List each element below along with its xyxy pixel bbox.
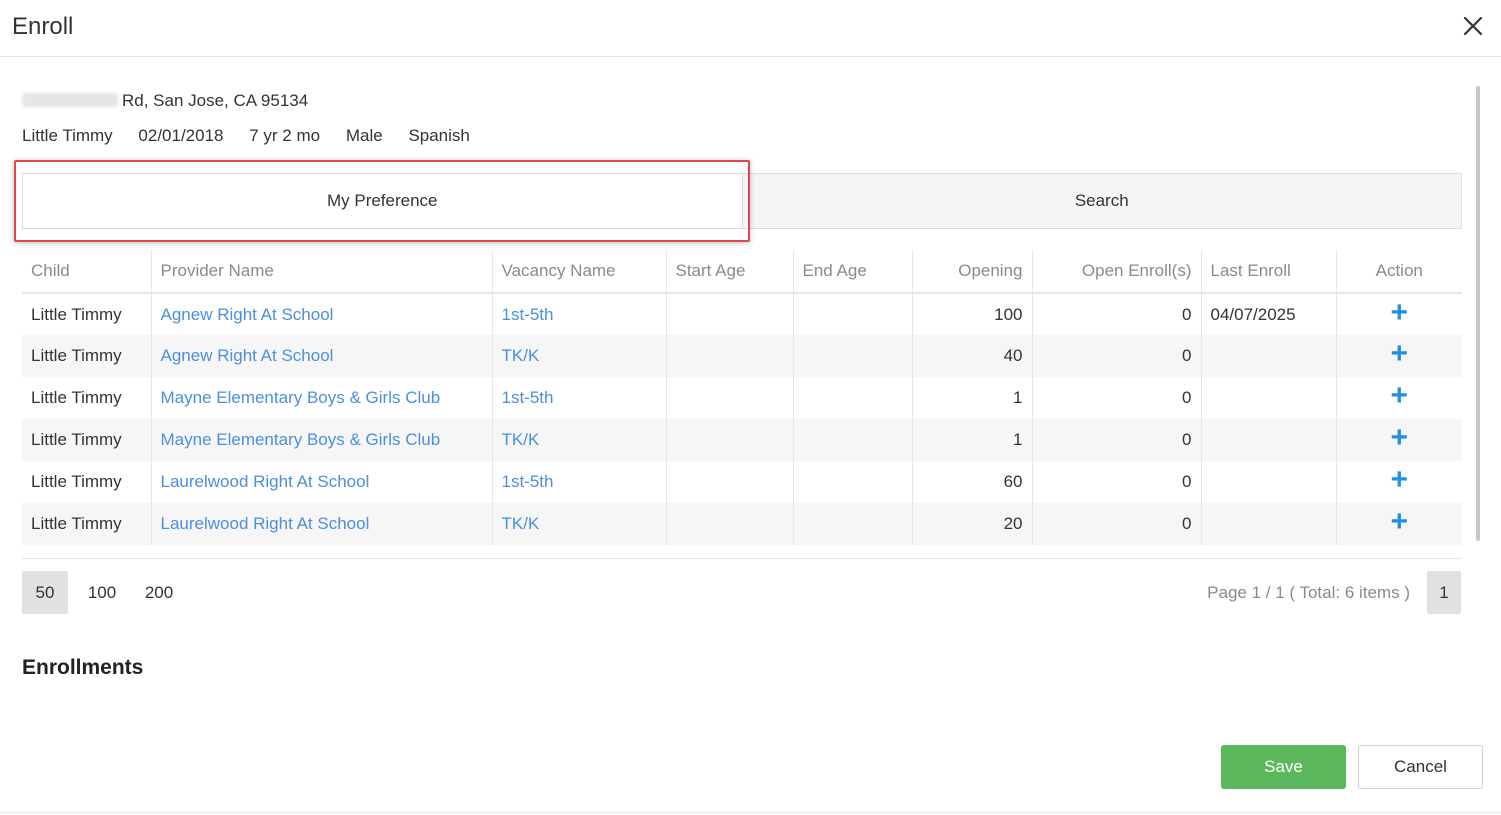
table-row: Little Timmy Laurelwood Right At School … (22, 503, 1462, 545)
cell-last-enroll (1201, 461, 1337, 503)
page-button-1[interactable]: 1 (1427, 571, 1461, 614)
provider-link[interactable]: Agnew Right At School (151, 293, 493, 335)
cell-child: Little Timmy (22, 461, 152, 503)
vacancy-link[interactable]: 1st-5th (492, 377, 667, 419)
cell-last-enroll (1201, 377, 1337, 419)
header-last-enroll[interactable]: Last Enroll (1201, 250, 1337, 294)
cell-start-age (666, 377, 794, 419)
cell-end-age (793, 335, 913, 377)
cell-end-age (793, 503, 913, 545)
cell-end-age (793, 461, 913, 503)
dialog-title: Enroll (12, 13, 74, 40)
cell-child: Little Timmy (22, 503, 152, 545)
enrollments-heading: Enrollments (22, 656, 144, 679)
add-plus-icon[interactable]: + (1390, 421, 1408, 454)
scrollbar[interactable] (1476, 86, 1480, 541)
cell-last-enroll (1201, 419, 1337, 461)
cell-child: Little Timmy (22, 293, 152, 335)
cancel-button[interactable]: Cancel (1358, 745, 1483, 789)
add-plus-icon[interactable]: + (1390, 463, 1408, 496)
page-size-200[interactable]: 200 (136, 571, 182, 614)
provider-link[interactable]: Laurelwood Right At School (151, 503, 493, 545)
child-address: Rd, San Jose, CA 95134 (22, 91, 308, 111)
tab-my-preference[interactable]: My Preference (23, 174, 743, 228)
cell-start-age (666, 293, 794, 335)
cell-opening: 20 (912, 503, 1033, 545)
tab-bar: My Preference Search (22, 173, 1462, 229)
cell-start-age (666, 503, 794, 545)
table-row: Little Timmy Agnew Right At School 1st-5… (22, 293, 1462, 335)
provider-link[interactable]: Mayne Elementary Boys & Girls Club (151, 377, 493, 419)
cell-open-enrolls: 0 (1032, 293, 1202, 335)
vacancy-link[interactable]: TK/K (492, 503, 667, 545)
cell-start-age (666, 335, 794, 377)
cell-child: Little Timmy (22, 419, 152, 461)
add-plus-icon[interactable]: + (1390, 296, 1408, 329)
header-start-age[interactable]: Start Age (666, 250, 794, 294)
cell-opening: 40 (912, 335, 1033, 377)
child-age: 7 yr 2 mo (249, 126, 321, 145)
vacancy-link[interactable]: 1st-5th (492, 461, 667, 503)
child-name: Little Timmy (22, 126, 113, 145)
provider-link[interactable]: Laurelwood Right At School (151, 461, 493, 503)
cell-open-enrolls: 0 (1032, 503, 1202, 545)
page-size-50[interactable]: 50 (22, 571, 68, 614)
provider-link[interactable]: Mayne Elementary Boys & Girls Club (151, 419, 493, 461)
add-plus-icon[interactable]: + (1390, 337, 1408, 370)
add-plus-icon[interactable]: + (1390, 505, 1408, 538)
child-info-row: Little Timmy 02/01/2018 7 yr 2 mo Male S… (22, 126, 491, 146)
cell-end-age (793, 419, 913, 461)
provider-link[interactable]: Agnew Right At School (151, 335, 493, 377)
cell-opening: 100 (912, 293, 1033, 335)
table-row: Little Timmy Mayne Elementary Boys & Gir… (22, 377, 1462, 419)
header-child[interactable]: Child (22, 250, 152, 294)
header-vacancy-name[interactable]: Vacancy Name (492, 250, 667, 294)
redacted-street-number (22, 93, 118, 107)
cell-last-enroll (1201, 503, 1337, 545)
header-provider-name[interactable]: Provider Name (151, 250, 493, 294)
cell-start-age (666, 419, 794, 461)
cell-opening: 60 (912, 461, 1033, 503)
table-header-row: Child Provider Name Vacancy Name Start A… (22, 250, 1462, 294)
child-gender: Male (345, 126, 383, 145)
page-size-selector: 50 100 200 (22, 571, 193, 614)
header-end-age[interactable]: End Age (793, 250, 913, 294)
cell-open-enrolls: 0 (1032, 461, 1202, 503)
footer-divider (0, 812, 1501, 813)
add-plus-icon[interactable]: + (1390, 379, 1408, 412)
close-icon[interactable] (1461, 14, 1485, 38)
save-button[interactable]: Save (1221, 745, 1346, 789)
cell-child: Little Timmy (22, 377, 152, 419)
cell-opening: 1 (912, 419, 1033, 461)
cell-start-age (666, 461, 794, 503)
cell-end-age (793, 377, 913, 419)
table-row: Little Timmy Mayne Elementary Boys & Gir… (22, 419, 1462, 461)
cell-child: Little Timmy (22, 335, 152, 377)
table-divider (22, 558, 1462, 559)
cell-last-enroll: 04/07/2025 (1201, 293, 1337, 335)
cell-end-age (793, 293, 913, 335)
table-row: Little Timmy Laurelwood Right At School … (22, 461, 1462, 503)
dialog-header: Enroll (0, 0, 1501, 57)
header-opening[interactable]: Opening (912, 250, 1033, 294)
vacancy-link[interactable]: TK/K (492, 335, 667, 377)
cell-opening: 1 (912, 377, 1033, 419)
vacancy-link[interactable]: TK/K (492, 419, 667, 461)
cell-open-enrolls: 0 (1032, 377, 1202, 419)
child-birthdate: 02/01/2018 (138, 126, 224, 145)
tab-search[interactable]: Search (742, 174, 1461, 228)
child-language: Spanish (408, 126, 470, 145)
vacancy-table: Child Provider Name Vacancy Name Start A… (22, 250, 1462, 545)
cell-last-enroll (1201, 335, 1337, 377)
cell-open-enrolls: 0 (1032, 335, 1202, 377)
table-row: Little Timmy Agnew Right At School TK/K … (22, 335, 1462, 377)
page-size-100[interactable]: 100 (79, 571, 125, 614)
vacancy-link[interactable]: 1st-5th (492, 293, 667, 335)
cell-open-enrolls: 0 (1032, 419, 1202, 461)
header-action: Action (1336, 250, 1462, 294)
page-info: Page 1 / 1 ( Total: 6 items ) (1207, 583, 1410, 602)
address-text: Rd, San Jose, CA 95134 (122, 91, 309, 110)
header-open-enrolls[interactable]: Open Enroll(s) (1032, 250, 1202, 294)
